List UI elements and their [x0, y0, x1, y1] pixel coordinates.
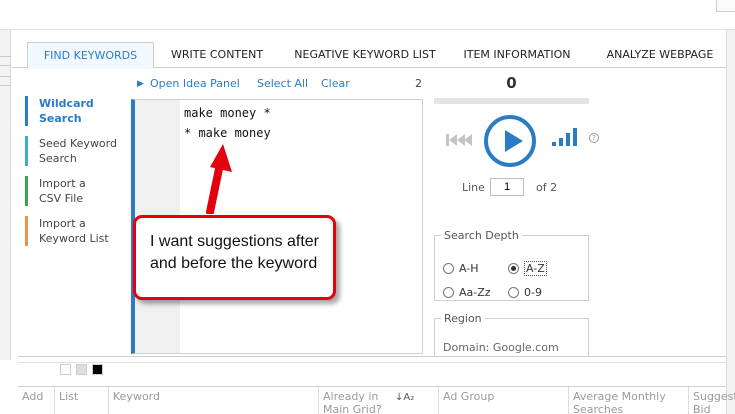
window-title-bar — [0, 0, 735, 30]
clear-link[interactable]: Clear — [321, 77, 350, 90]
col-ad-group[interactable]: Ad Group — [438, 387, 568, 414]
col-average-monthly-searches[interactable]: Average Monthly Searches — [568, 387, 688, 414]
region-group: Region Domain: Google.com — [434, 312, 589, 356]
grid-divider — [18, 356, 726, 357]
play-icon — [505, 130, 523, 152]
col-suggest-bid[interactable]: Suggest Bid — [688, 387, 735, 414]
window-control[interactable] — [716, 0, 735, 12]
col-add[interactable]: Add — [18, 387, 54, 414]
line-label: Line — [462, 181, 485, 194]
main-tab-bar: FIND KEYWORDS WRITE CONTENT NEGATIVE KEY… — [12, 38, 726, 69]
region-domain[interactable]: Domain: Google.com — [443, 341, 559, 354]
region-legend: Region — [444, 312, 482, 325]
play-button[interactable] — [484, 115, 536, 167]
annotation-arrow-icon — [206, 144, 232, 214]
progress-bar — [434, 98, 589, 104]
tab-write-content[interactable]: WRITE CONTENT — [162, 42, 272, 68]
nav-import-keyword-list[interactable]: Import a Keyword List — [25, 216, 125, 246]
search-depth-group: Search Depth A-H A-Z Aa-Zz 0-9 — [434, 229, 589, 301]
nav-wildcard-search[interactable]: Wildcard Search — [25, 96, 125, 126]
editor-toolbar: ▶ Open Idea Panel Select All Clear 2 — [135, 77, 425, 93]
grid-color-swatches — [60, 364, 106, 380]
editor-line: * make money — [184, 126, 271, 140]
line-number-input[interactable] — [490, 178, 524, 196]
line-total: of 2 — [536, 181, 558, 194]
progress-counter: 0 — [506, 74, 517, 92]
tab-negative-keyword-list[interactable]: NEGATIVE KEYWORD LIST — [290, 42, 440, 68]
left-splitter[interactable] — [0, 30, 11, 360]
swatch-black[interactable] — [92, 364, 103, 375]
radio-a-z[interactable]: A-Z — [508, 261, 547, 276]
tab-analyze-webpage[interactable]: ANALYZE WEBPAGE — [600, 42, 720, 68]
skip-back-icon[interactable] — [446, 132, 472, 148]
select-all-link[interactable]: Select All — [257, 77, 308, 90]
open-idea-panel-link[interactable]: Open Idea Panel — [150, 77, 240, 90]
line-count: 2 — [415, 77, 422, 90]
editor-lines: make money * * make money — [184, 103, 271, 143]
grid-filter-row — [18, 362, 726, 386]
help-icon[interactable]: ? — [589, 133, 599, 143]
search-depth-legend: Search Depth — [444, 229, 519, 242]
speed-level-icon[interactable] — [552, 126, 584, 148]
tab-item-information[interactable]: ITEM INFORMATION — [458, 42, 576, 68]
radio-a-h[interactable]: A-H — [443, 262, 479, 275]
nav-import-csv-file[interactable]: Import a CSV File — [25, 176, 125, 206]
grid-header: Add List Keyword ↓A₂ Already in Main Grid… — [18, 386, 735, 414]
col-already-in-main-grid[interactable]: Already in Main Grid? — [318, 387, 438, 414]
play-small-icon: ▶ — [137, 79, 144, 89]
editor-line: make money * — [184, 106, 271, 120]
annotation-callout: I want suggestions after and before the … — [133, 215, 336, 300]
col-list[interactable]: List — [54, 387, 108, 414]
radio-0-9[interactable]: 0-9 — [508, 286, 542, 299]
right-scroll-strip[interactable] — [726, 30, 735, 414]
swatch-white[interactable] — [60, 364, 71, 375]
radio-aa-zz[interactable]: Aa-Zz — [443, 286, 491, 299]
tab-find-keywords[interactable]: FIND KEYWORDS — [27, 42, 154, 69]
nav-seed-keyword-search[interactable]: Seed Keyword Search — [25, 136, 125, 166]
swatch-gray[interactable] — [76, 364, 87, 375]
col-keyword[interactable]: Keyword ↓A₂ — [108, 387, 414, 414]
